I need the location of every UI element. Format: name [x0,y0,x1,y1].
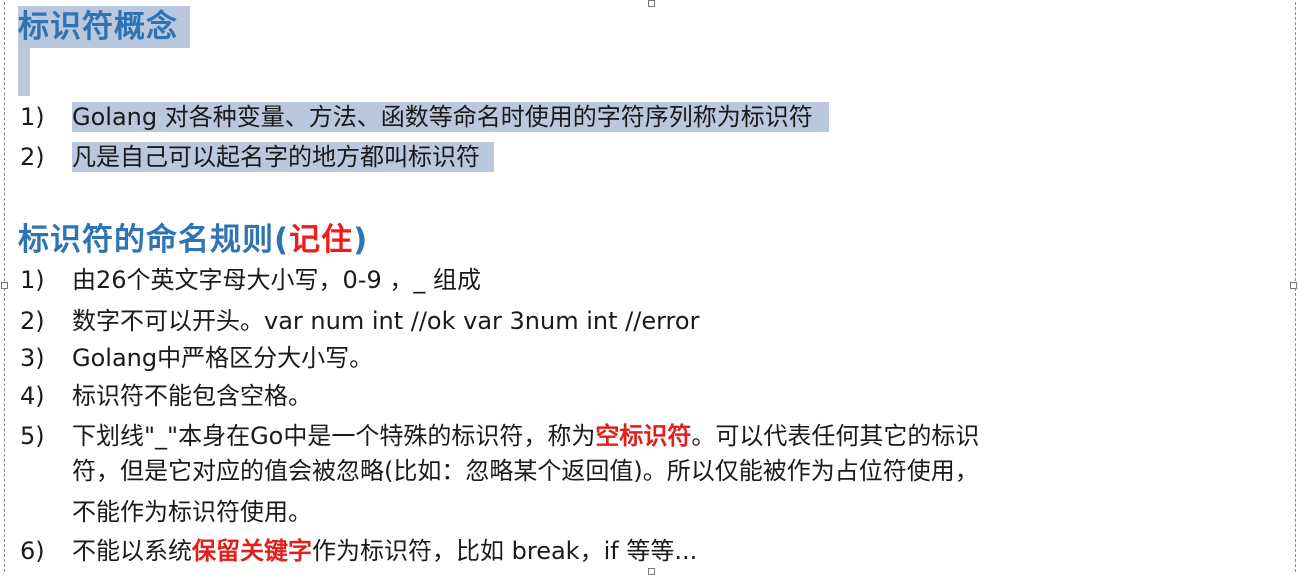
list-text: Golang 对各种变量、方法、函数等命名时使用的字符序列称为标识符 [72,102,829,132]
rule-text-line3: 不能作为标识符使用。 [72,498,312,526]
resize-handle-right[interactable] [1290,282,1297,289]
rule-text-line1: 下划线"_"本身在Go中是一个特殊的标识符，称为空标识符。可以代表任何其它的标识 [72,421,979,451]
selection-highlight [18,48,30,96]
rule-number: 1) [20,266,45,294]
resize-handle-top[interactable] [648,0,655,7]
rule-number: 6) [20,537,45,565]
list-number: 1) [20,103,45,131]
section2-title-prefix: 标识符的命名规则( [18,222,290,258]
rule-text-part: 不能以系统 [72,537,192,565]
resize-handle-bottom[interactable] [648,568,655,575]
rule-number: 3) [20,344,45,372]
rule-text-part: 。可以代表任何其它的标识 [691,422,980,450]
reserved-keyword-highlight: 保留关键字 [192,537,312,565]
list-number: 2) [20,143,45,171]
rule-number: 4) [20,382,45,410]
section2-title-highlight: 记住 [289,222,354,258]
rule-number: 2) [20,307,45,335]
rule-text-part: 下划线"_"本身在Go中是一个特殊的标识符，称为 [72,422,596,450]
rule-number: 5) [20,422,45,450]
section2-title-suffix: ) [353,222,369,258]
rule-text-part: 作为标识符，比如 break，if 等等... [312,537,698,565]
section1-title: 标识符概念 [18,6,190,48]
rule-text: 标识符不能包含空格。 [72,382,312,410]
rule-text: 由26个英文字母大小写，0-9 ，_ 组成 [72,266,481,294]
section2-title: 标识符的命名规则(记住) [18,218,368,262]
rule-text: Golang中严格区分大小写。 [72,344,374,372]
rule-text: 不能以系统保留关键字作为标识符，比如 break，if 等等... [72,536,697,566]
resize-handle-left[interactable] [1,282,8,289]
list-text: 凡是自己可以起名字的地方都叫标识符 [72,142,494,172]
empty-identifier-highlight: 空标识符 [595,422,692,450]
rule-text: 数字不可以开头。var num int //ok var 3num int //… [72,307,700,335]
rule-text-line2: 符，但是它对应的值会被忽略(比如：忽略某个返回值)。所以仅能被作为占位符使用， [72,457,979,485]
